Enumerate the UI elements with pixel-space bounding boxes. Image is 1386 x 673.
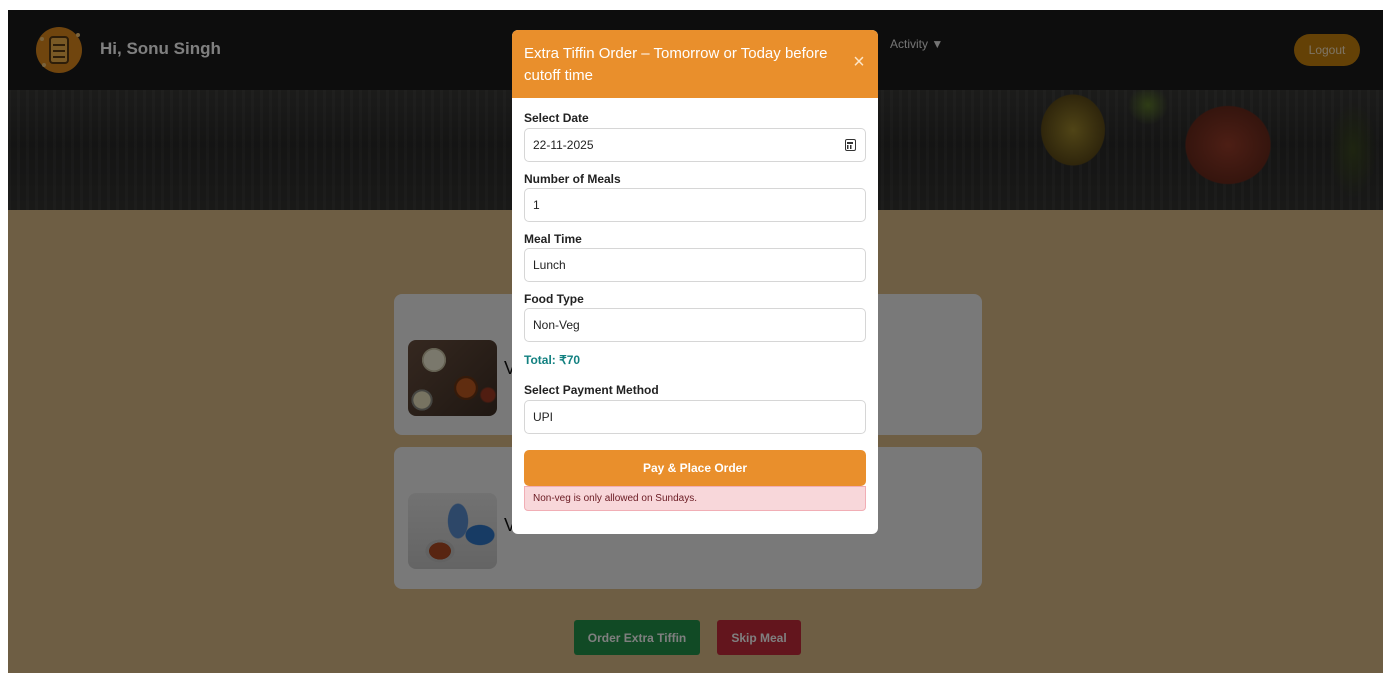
meal-time-value: Lunch	[533, 258, 566, 272]
payment-method-value: UPI	[533, 410, 554, 424]
number-of-meals-input[interactable]: 1	[524, 188, 866, 222]
food-type-label: Food Type	[524, 292, 584, 306]
meal-time-label: Meal Time	[524, 232, 582, 246]
payment-method-label: Select Payment Method	[524, 383, 659, 397]
food-type-select[interactable]: Non-Veg	[524, 308, 866, 342]
meal-time-select[interactable]: Lunch	[524, 248, 866, 282]
validation-alert: Non-veg is only allowed on Sundays.	[524, 486, 866, 511]
food-type-value: Non-Veg	[533, 318, 580, 332]
payment-method-select[interactable]: UPI	[524, 400, 866, 434]
order-total: Total: ₹70	[524, 353, 581, 367]
calendar-icon[interactable]	[845, 139, 856, 151]
modal-header: Extra Tiffin Order – Tomorrow or Today b…	[512, 30, 878, 98]
number-of-meals-label: Number of Meals	[524, 172, 621, 186]
app-frame: Hi, Sonu Singh Activity ▼ Logout V V Ord…	[8, 10, 1383, 673]
modal-title: Extra Tiffin Order – Tomorrow or Today b…	[524, 45, 828, 84]
extra-tiffin-order-modal: Extra Tiffin Order – Tomorrow or Today b…	[512, 30, 878, 534]
select-date-field[interactable]: 22-11-2025	[524, 128, 866, 162]
pay-and-place-order-button[interactable]: Pay & Place Order	[524, 450, 866, 486]
select-date-label: Select Date	[524, 111, 589, 125]
close-icon[interactable]: ×	[850, 52, 868, 72]
number-of-meals-value: 1	[533, 198, 540, 212]
select-date-value: 22-11-2025	[533, 138, 594, 152]
